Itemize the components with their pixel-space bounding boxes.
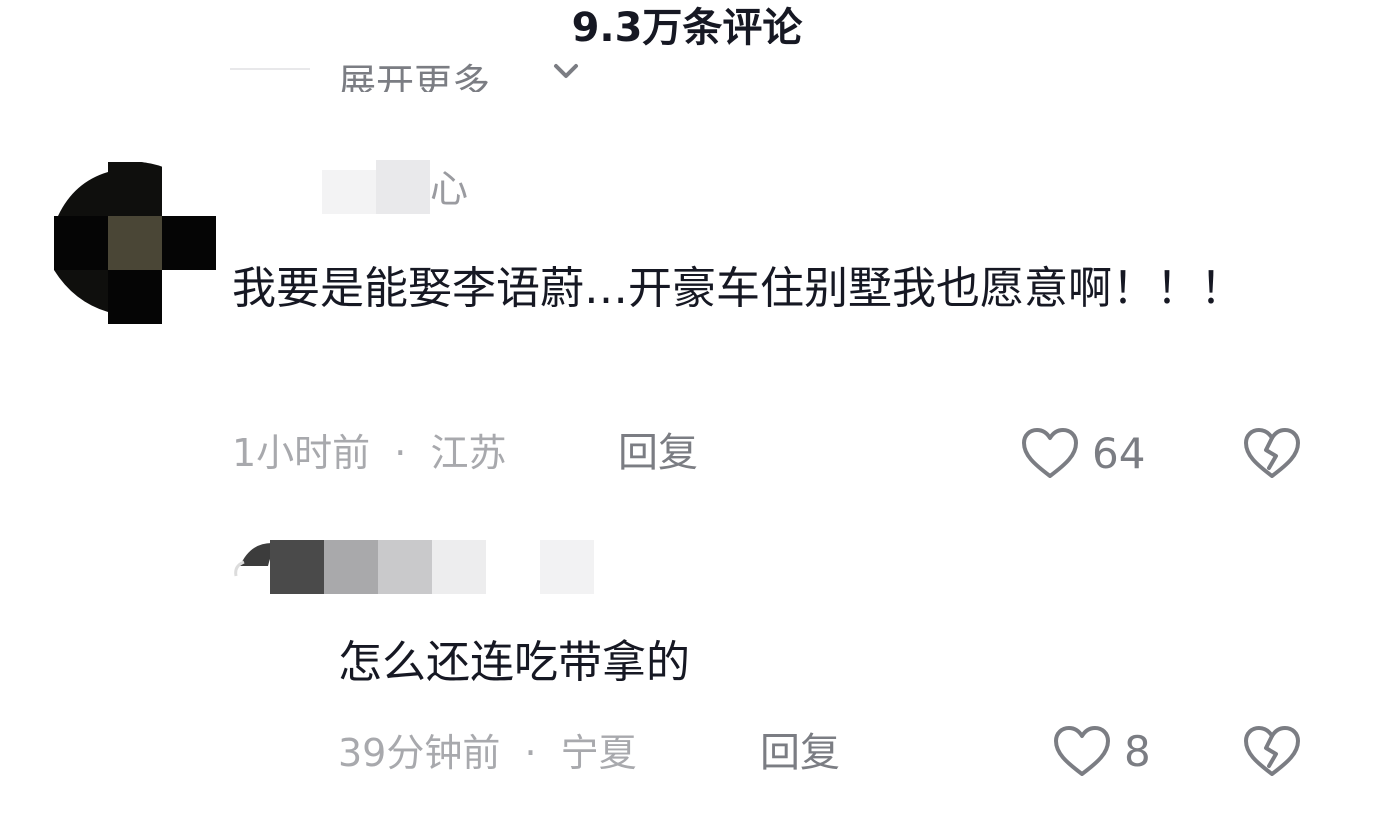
comments-count-title: 9.3万条评论 xyxy=(571,5,803,51)
like-count: 64 xyxy=(1092,429,1146,478)
reply-button[interactable]: 回复 xyxy=(618,428,698,478)
blurred-name-block xyxy=(322,170,376,214)
reply-button[interactable]: 回复 xyxy=(760,728,840,778)
comment-meta: 1小时前 · 江苏 xyxy=(232,428,506,478)
meta-separator: · xyxy=(524,731,537,775)
chevron-down-icon xyxy=(554,64,578,78)
blurred-name-block xyxy=(378,540,432,594)
blurred-name-block xyxy=(540,540,594,594)
comment-text: 怎么还连吃带拿的 xyxy=(338,637,690,688)
username[interactable]: 心 xyxy=(322,160,502,218)
comment-location: 宁夏 xyxy=(560,731,637,775)
blurred-name-block xyxy=(432,540,486,594)
avatar[interactable] xyxy=(54,162,216,324)
expand-more-button[interactable]: 展开更多 xyxy=(230,46,630,92)
blurred-name-block xyxy=(270,540,324,594)
comment-time: 39分钟前 xyxy=(338,731,501,775)
comment-text: 我要是能娶李语蔚…开豪车住别墅我也愿意啊！！！ xyxy=(232,263,1244,314)
meta-separator: · xyxy=(394,431,407,475)
heart-outline-icon[interactable] xyxy=(1052,722,1112,782)
username-text: 心 xyxy=(430,167,469,211)
broken-heart-icon[interactable] xyxy=(1242,722,1302,782)
comment-meta: 39分钟前 · 宁夏 xyxy=(338,728,637,778)
username[interactable] xyxy=(270,540,600,594)
like-count: 8 xyxy=(1124,727,1151,776)
divider-line xyxy=(230,68,310,70)
blurred-name-block xyxy=(376,160,430,214)
heart-outline-icon[interactable] xyxy=(1020,424,1080,484)
blurred-name-block xyxy=(324,540,378,594)
comment-time: 1小时前 xyxy=(232,431,371,475)
broken-heart-icon[interactable] xyxy=(1242,424,1302,484)
expand-more-label: 展开更多 xyxy=(338,61,491,92)
comment-location: 江苏 xyxy=(430,431,507,475)
